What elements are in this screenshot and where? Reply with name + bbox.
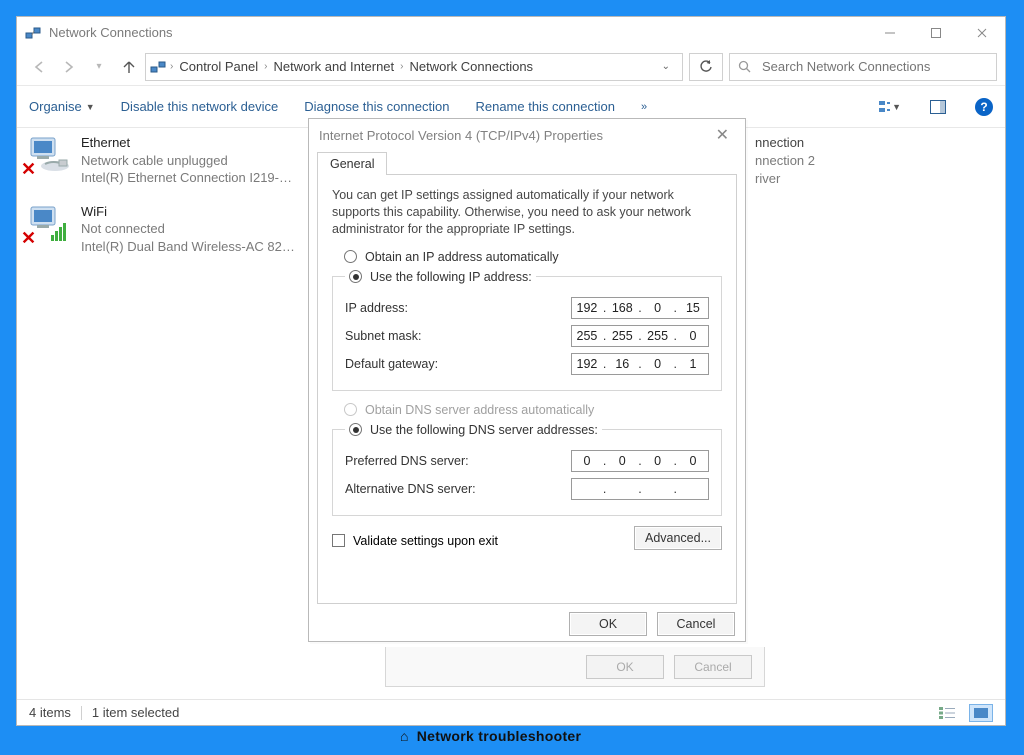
dialog-close-button[interactable]: ✕ (710, 125, 735, 145)
search-input[interactable] (760, 58, 988, 75)
network-troubleshooter-heading: ⌂Network troubleshooter (400, 728, 581, 744)
close-button[interactable] (959, 17, 1005, 48)
parent-ok-button[interactable]: OK (586, 655, 664, 679)
window-title: Network Connections (49, 25, 173, 40)
help-button[interactable]: ? (975, 98, 993, 116)
checkbox-label: Validate settings upon exit (353, 534, 498, 548)
tab-general[interactable]: General (317, 152, 387, 175)
connection-item-hidden[interactable]: nnection nnection 2 river (755, 134, 815, 189)
organise-menu[interactable]: Organise ▼ (29, 99, 95, 114)
radio-label: Obtain DNS server address automatically (365, 403, 594, 417)
label-alternative-dns: Alternative DNS server: (345, 482, 571, 496)
crumb-network-connections[interactable]: Network Connections (408, 59, 536, 74)
label-default-gateway: Default gateway: (345, 357, 571, 371)
parent-dialog-footer: OK Cancel (385, 647, 765, 687)
radio-icon (344, 250, 357, 263)
dialog-titlebar: Internet Protocol Version 4 (TCP/IPv4) P… (309, 119, 745, 151)
hidden-conn-line3: river (755, 170, 815, 188)
nav-row: ▾ › Control Panel › Network and Internet… (17, 48, 1005, 86)
dialog-title: Internet Protocol Version 4 (TCP/IPv4) P… (319, 128, 603, 143)
checkbox-icon (332, 534, 345, 547)
breadcrumb-bar[interactable]: › Control Panel › Network and Internet ›… (145, 53, 683, 81)
radio-obtain-dns-auto: Obtain DNS server address automatically (344, 403, 722, 417)
ethernet-icon: ✕ (27, 134, 71, 178)
history-dropdown[interactable]: ▾ (85, 53, 113, 81)
input-preferred-dns[interactable]: 0. 0. 0. 0 (571, 450, 709, 472)
crumb-control-panel[interactable]: Control Panel (177, 59, 260, 74)
breadcrumb-icon (150, 59, 166, 75)
refresh-button[interactable] (689, 53, 723, 81)
connection-device: Intel(R) Ethernet Connection I219-… (81, 169, 292, 187)
radio-use-dns[interactable]: Use the following DNS server addresses: (345, 423, 602, 437)
titlebar: Network Connections (17, 17, 1005, 48)
advanced-button[interactable]: Advanced... (634, 526, 722, 550)
minimize-button[interactable] (867, 17, 913, 48)
tab-body: You can get IP settings assigned automat… (317, 174, 737, 604)
connection-name: Ethernet (81, 134, 292, 152)
input-ip-address[interactable]: 192. 168. 0. 15 (571, 297, 709, 319)
label-preferred-dns: Preferred DNS server: (345, 454, 571, 468)
ok-button[interactable]: OK (569, 612, 647, 636)
connection-status: Not connected (81, 220, 295, 238)
radio-icon (349, 423, 362, 436)
preview-pane-button[interactable] (927, 96, 949, 118)
rename-button[interactable]: Rename this connection (475, 99, 614, 114)
ip-group: Use the following IP address: IP address… (332, 270, 722, 391)
connection-device: Intel(R) Dual Band Wireless-AC 82… (81, 238, 295, 256)
tab-strip: General (309, 151, 745, 174)
wifi-icon: ✕ (27, 203, 71, 247)
network-connections-icon (25, 25, 41, 41)
status-item-count: 4 items (29, 705, 71, 720)
hidden-conn-line2: nnection 2 (755, 152, 815, 170)
details-view-button[interactable] (935, 704, 959, 722)
search-icon (738, 60, 752, 74)
radio-label: Obtain an IP address automatically (365, 250, 559, 264)
overflow-button[interactable]: » (641, 101, 647, 113)
diagnose-button[interactable]: Diagnose this connection (304, 99, 449, 114)
status-selected-count: 1 item selected (92, 705, 179, 720)
input-alternative-dns[interactable]: . . . (571, 478, 709, 500)
hidden-conn-line1: nnection (755, 134, 815, 152)
cancel-button[interactable]: Cancel (657, 612, 735, 636)
breadcrumb-dropdown[interactable]: ⌄ (662, 61, 670, 72)
status-bar: 4 items 1 item selected (17, 699, 1005, 725)
back-button[interactable] (25, 53, 53, 81)
radio-use-ip[interactable]: Use the following IP address: (345, 270, 536, 284)
up-button[interactable] (115, 53, 143, 81)
dns-group: Use the following DNS server addresses: … (332, 423, 722, 516)
radio-icon (344, 403, 357, 416)
forward-button[interactable] (55, 53, 83, 81)
parent-cancel-button[interactable]: Cancel (674, 655, 752, 679)
crumb-network-internet[interactable]: Network and Internet (271, 59, 396, 74)
label-ip-address: IP address: (345, 301, 571, 315)
label-subnet-mask: Subnet mask: (345, 329, 571, 343)
connection-status: Network cable unplugged (81, 152, 292, 170)
error-x-icon: ✕ (21, 159, 36, 180)
large-icons-view-button[interactable] (969, 704, 993, 722)
error-x-icon: ✕ (21, 228, 36, 249)
disable-device-button[interactable]: Disable this network device (121, 99, 279, 114)
radio-label: Use the following IP address: (370, 270, 532, 284)
radio-icon (349, 270, 362, 283)
radio-label: Use the following DNS server addresses: (370, 423, 598, 437)
search-box[interactable] (729, 53, 997, 81)
input-subnet-mask[interactable]: 255. 255. 255. 0 (571, 325, 709, 347)
connection-name: WiFi (81, 203, 295, 221)
radio-obtain-ip-auto[interactable]: Obtain an IP address automatically (344, 250, 722, 264)
intro-text: You can get IP settings assigned automat… (332, 187, 722, 238)
maximize-button[interactable] (913, 17, 959, 48)
view-menu[interactable]: ▼ (879, 96, 901, 118)
input-default-gateway[interactable]: 192. 16. 0. 1 (571, 353, 709, 375)
ipv4-properties-dialog: Internet Protocol Version 4 (TCP/IPv4) P… (308, 118, 746, 642)
